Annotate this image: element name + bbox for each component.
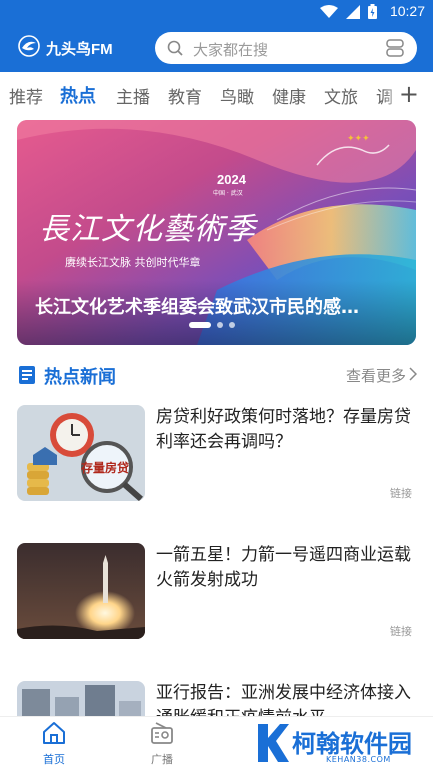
news-item[interactable]: 存量房贷 房贷利好政策何时落地？存量房贷利率还会再调吗？ 链接 bbox=[17, 405, 416, 503]
news-tag: 链接 bbox=[390, 487, 412, 500]
news-item[interactable]: 亚行报告：亚洲发展中经济体接入通胀缓和正疫情前水平 bbox=[17, 681, 416, 716]
category-tabs: 推荐 热点 主播 教育 鸟瞰 健康 文旅 调 + bbox=[0, 72, 433, 118]
news-thumbnail bbox=[17, 543, 145, 639]
add-tab-button[interactable]: + bbox=[399, 80, 419, 108]
wifi-icon bbox=[320, 4, 338, 23]
news-book-icon bbox=[17, 365, 37, 389]
banner-location: 中国 · 武汉 bbox=[213, 190, 243, 197]
news-title: 一箭五星！力箭一号遥四商业运载火箭发射成功 bbox=[156, 545, 411, 590]
news-item[interactable]: 一箭五星！力箭一号遥四商业运载火箭发射成功 链接 bbox=[17, 543, 416, 641]
search-placeholder: 大家都在搜 bbox=[193, 41, 269, 59]
search-bar[interactable]: 大家都在搜 bbox=[155, 32, 417, 64]
nav-radio[interactable]: 广播 bbox=[132, 721, 192, 767]
carousel-dot[interactable] bbox=[217, 322, 223, 328]
tab-health[interactable]: 健康 bbox=[272, 83, 306, 108]
tab-education[interactable]: 教育 bbox=[168, 83, 202, 108]
banner-caption: 长江文化艺术季组委会致武汉市民的感… bbox=[35, 297, 359, 318]
news-thumbnail: 存量房贷 bbox=[17, 405, 145, 501]
watermark: 柯翰软件园 KEHAN38.COM bbox=[252, 716, 433, 771]
view-more-label: 查看更多 bbox=[345, 367, 406, 385]
news-title: 房贷利好政策何时落地？存量房贷利率还会再调吗？ bbox=[156, 407, 411, 452]
hot-news-header: 热点新闻 查看更多 bbox=[0, 360, 433, 392]
bird-logo-icon bbox=[18, 35, 40, 61]
tab-culture-travel[interactable]: 文旅 bbox=[324, 83, 358, 108]
nav-radio-label: 广播 bbox=[151, 753, 173, 766]
banner-year: 2024 bbox=[217, 172, 246, 187]
status-icons bbox=[320, 4, 377, 23]
carousel-indicator bbox=[189, 322, 235, 328]
status-time: 10:27 bbox=[389, 3, 425, 19]
carousel-dot[interactable] bbox=[189, 322, 211, 328]
nav-home[interactable]: 首页 bbox=[24, 721, 84, 767]
news-title: 亚行报告：亚洲发展中经济体接入通胀缓和正疫情前水平 bbox=[156, 683, 411, 716]
view-more-link[interactable]: 查看更多 bbox=[345, 365, 418, 386]
watermark-sub: KEHAN38.COM bbox=[326, 755, 391, 764]
watermark-k-logo bbox=[256, 722, 290, 768]
home-icon bbox=[41, 722, 67, 749]
signal-icon bbox=[346, 4, 360, 23]
scan-icon[interactable] bbox=[385, 38, 405, 62]
logo-text: 九头鸟FM bbox=[46, 40, 113, 58]
carousel-dot[interactable] bbox=[229, 322, 235, 328]
banner-slogan: 赓续长江文脉 共创时代华章 bbox=[65, 256, 201, 269]
tab-recommend[interactable]: 推荐 bbox=[9, 83, 43, 108]
search-icon bbox=[167, 40, 183, 60]
hero-banner[interactable]: ✦✦✦ 2024 中国 · 武汉 長江文化藝術季 赓续长江文脉 共创时代华章 长… bbox=[17, 120, 416, 345]
status-bar: 10:27 bbox=[0, 0, 433, 24]
battery-icon bbox=[368, 4, 377, 23]
news-tag: 链接 bbox=[390, 625, 412, 638]
nav-home-label: 首页 bbox=[43, 753, 65, 766]
thumbnail-label: 存量房贷 bbox=[81, 461, 130, 475]
app-logo[interactable]: 九头鸟FM bbox=[18, 35, 113, 61]
chevron-right-icon bbox=[408, 366, 418, 385]
tab-hot[interactable]: 热点 bbox=[60, 82, 96, 108]
app-header: 九头鸟FM 大家都在搜 bbox=[0, 24, 433, 72]
banner-event-logo: ✦✦✦ bbox=[347, 134, 370, 144]
radio-icon bbox=[149, 722, 175, 749]
banner-calligraphy: 長江文化藝術季 bbox=[39, 212, 256, 247]
tab-birdview[interactable]: 鸟瞰 bbox=[220, 83, 254, 108]
tab-anchor[interactable]: 主播 bbox=[116, 83, 150, 108]
news-thumbnail bbox=[17, 681, 145, 716]
section-title: 热点新闻 bbox=[44, 367, 116, 388]
watermark-text: 柯翰软件园 bbox=[292, 730, 412, 758]
